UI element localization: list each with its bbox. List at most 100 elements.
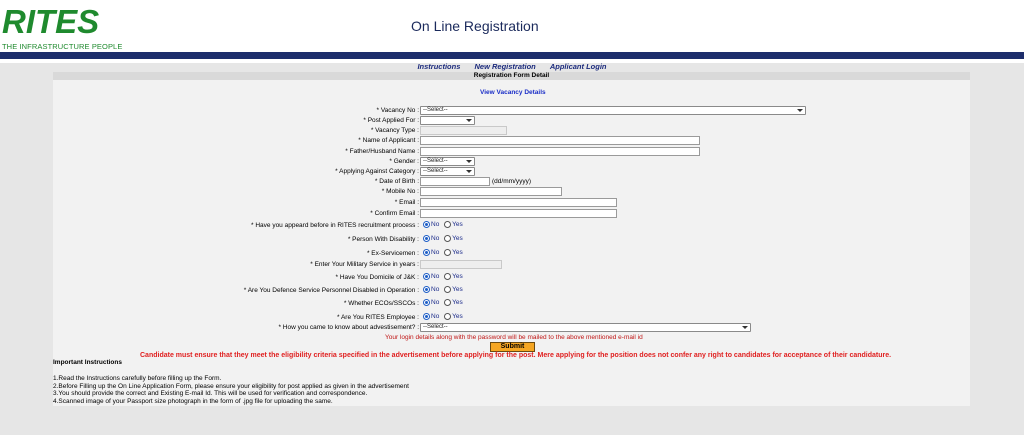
- ecos-sscos-label: * Whether ECOs/SSCOs :: [343, 300, 419, 307]
- view-vacancy-details-link[interactable]: View Vacancy Details: [480, 89, 546, 96]
- category-select[interactable]: --Select--: [420, 167, 475, 176]
- ex-servicemen-no-radio[interactable]: [423, 249, 430, 256]
- email-label: * Email :: [394, 199, 419, 206]
- confirm-email-input[interactable]: [420, 209, 617, 218]
- logo-tagline: THE INFRASTRUCTURE PEOPLE: [2, 42, 123, 51]
- disability-label: * Person With Disability :: [347, 236, 419, 243]
- row-confirm-email: * Confirm Email :: [53, 209, 970, 218]
- instruction-item: 1.Read the Instructions carefully before…: [53, 375, 222, 382]
- row-father-name: * Father/Husband Name :: [53, 147, 970, 156]
- confirm-email-label: * Confirm Email :: [370, 210, 419, 217]
- chevron-down-icon: [466, 160, 472, 163]
- disability-yes-radio[interactable]: [444, 235, 452, 242]
- dob-format-hint: (dd/mm/yyyy): [492, 178, 531, 185]
- important-instructions-title: Important Instructions: [53, 359, 122, 366]
- mobile-label: * Mobile No :: [381, 188, 419, 195]
- row-vacancy-no: * Vacancy No : --Select--: [53, 106, 970, 115]
- radio-yes-label: Yes: [452, 235, 463, 242]
- row-email: * Email :: [53, 198, 970, 207]
- appeared-before-yes-radio[interactable]: [444, 221, 452, 228]
- post-applied-label: * Post Applied For :: [363, 117, 419, 124]
- radio-no-label: No: [431, 249, 440, 256]
- vacancy-no-selected: --Select--: [423, 107, 448, 113]
- radio-yes-label: Yes: [452, 273, 463, 280]
- row-post-applied: * Post Applied For :: [53, 116, 970, 125]
- category-selected: --Select--: [423, 168, 448, 174]
- dob-label: * Date of Birth :: [374, 178, 419, 185]
- father-name-input[interactable]: [420, 147, 700, 156]
- instructions-list: 1.Read the Instructions carefully before…: [53, 375, 409, 405]
- chevron-down-icon: [742, 326, 748, 329]
- vacancy-no-label: * Vacancy No :: [376, 107, 419, 114]
- row-source: * How you came to know about advestiseme…: [53, 323, 970, 332]
- defence-disabled-no-radio[interactable]: [423, 286, 430, 293]
- ecos-sscos-radio-group: No Yes: [423, 299, 466, 306]
- row-category: * Applying Against Category : --Select--: [53, 167, 970, 176]
- appeared-before-no-radio[interactable]: [423, 221, 430, 228]
- eligibility-warning: Candidate must ensure that they meet the…: [140, 352, 892, 359]
- rites-employee-radio-group: No Yes: [423, 313, 466, 320]
- chevron-down-icon: [466, 119, 472, 122]
- radio-no-label: No: [431, 221, 440, 228]
- nav-instructions-link[interactable]: Instructions: [417, 62, 460, 71]
- row-domicile-jk: * Have You Domicile of J&K : No Yes: [53, 273, 970, 282]
- row-mobile: * Mobile No :: [53, 187, 970, 196]
- row-applicant-name: * Name of Applicant :: [53, 136, 970, 145]
- source-label: * How you came to know about advestiseme…: [278, 324, 419, 331]
- dob-input[interactable]: [420, 177, 490, 186]
- nav-applicant-login-link[interactable]: Applicant Login: [550, 62, 607, 71]
- rites-employee-no-radio[interactable]: [423, 313, 430, 320]
- radio-no-label: No: [431, 299, 440, 306]
- email-input[interactable]: [420, 198, 617, 207]
- domicile-jk-radio-group: No Yes: [423, 273, 466, 280]
- row-defence-disabled: * Are You Defence Service Personnel Disa…: [53, 286, 970, 295]
- top-nav: Instructions New Registration Applicant …: [0, 62, 1024, 71]
- radio-yes-label: Yes: [452, 286, 463, 293]
- source-select[interactable]: --Select--: [420, 323, 751, 332]
- radio-no-label: No: [431, 273, 440, 280]
- ecos-sscos-yes-radio[interactable]: [444, 299, 452, 306]
- domicile-jk-yes-radio[interactable]: [444, 273, 452, 280]
- rites-employee-label: * Are You RITES Employee :: [336, 314, 419, 321]
- father-name-label: * Father/Husband Name :: [345, 148, 419, 155]
- radio-no-label: No: [431, 313, 440, 320]
- military-years-label: * Enter Your Military Service in years :: [310, 261, 419, 268]
- instruction-item: 3.You should provide the correct and Exi…: [53, 390, 368, 397]
- chevron-down-icon: [466, 170, 472, 173]
- instruction-item: 4.Scanned image of your Passport size ph…: [53, 397, 333, 405]
- defence-disabled-yes-radio[interactable]: [444, 286, 452, 293]
- domicile-jk-no-radio[interactable]: [423, 273, 430, 280]
- mobile-input[interactable]: [420, 187, 562, 196]
- source-selected: --Select--: [423, 324, 448, 330]
- gender-select[interactable]: --Select--: [420, 157, 475, 166]
- radio-no-label: No: [431, 235, 440, 242]
- rites-employee-yes-radio[interactable]: [444, 313, 452, 320]
- gender-label: * Gender :: [389, 158, 419, 165]
- header: RITES THE INFRASTRUCTURE PEOPLE On Line …: [0, 0, 1024, 52]
- registration-form: Registration Form Detail View Vacancy De…: [53, 72, 970, 406]
- radio-yes-label: Yes: [452, 249, 463, 256]
- row-vacancy-type: * Vacancy Type :: [53, 126, 970, 135]
- ex-servicemen-radio-group: No Yes: [423, 249, 466, 256]
- submit-button[interactable]: Submit: [490, 342, 535, 352]
- header-bar: [0, 52, 1024, 59]
- nav-new-registration-link[interactable]: New Registration: [474, 62, 535, 71]
- post-applied-select[interactable]: [420, 116, 475, 125]
- radio-yes-label: Yes: [452, 299, 463, 306]
- rites-logo[interactable]: RITES THE INFRASTRUCTURE PEOPLE: [2, 4, 137, 52]
- row-rites-employee: * Are You RITES Employee : No Yes: [53, 313, 970, 322]
- radio-no-label: No: [431, 286, 440, 293]
- applicant-name-input[interactable]: [420, 136, 700, 145]
- military-years-input: [420, 260, 502, 269]
- row-dob: * Date of Birth : (dd/mm/yyyy): [53, 177, 970, 186]
- gender-selected: --Select--: [423, 158, 448, 164]
- disability-no-radio[interactable]: [423, 235, 430, 242]
- vacancy-no-select[interactable]: --Select--: [420, 106, 806, 115]
- ex-servicemen-yes-radio[interactable]: [444, 249, 452, 256]
- domicile-jk-label: * Have You Domicile of J&K :: [335, 274, 419, 281]
- ecos-sscos-no-radio[interactable]: [423, 299, 430, 306]
- defence-disabled-label: * Are You Defence Service Personnel Disa…: [243, 287, 419, 294]
- category-label: * Applying Against Category :: [335, 168, 419, 175]
- vacancy-type-field: [420, 126, 507, 135]
- chevron-down-icon: [797, 109, 803, 112]
